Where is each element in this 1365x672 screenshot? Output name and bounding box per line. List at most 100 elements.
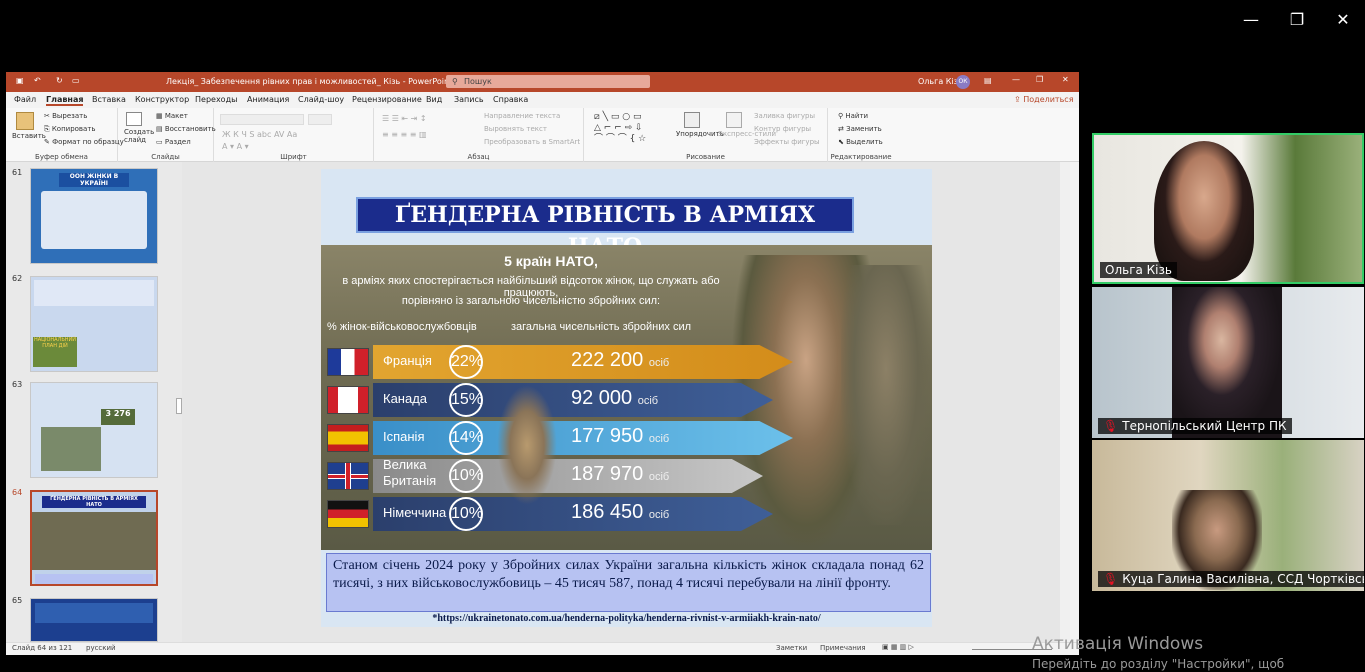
slide-body-text: Станом січень 2024 року у Збройних силах… xyxy=(326,553,931,612)
thumbnail-slide-64-selected[interactable]: ҐЕНДЕРНА РІВНІСТЬ В АРМІЯХ НАТО xyxy=(30,490,158,586)
arrange-button[interactable]: Упорядочить xyxy=(676,130,724,138)
section-button[interactable]: ▭ Раздел xyxy=(156,138,191,146)
slide-64[interactable]: ҐЕНДЕРНА РІВНІСТЬ В АРМІЯХ НАТО 5 країн … xyxy=(321,169,932,627)
thumb-number: 64 xyxy=(12,488,23,497)
font-size-select[interactable] xyxy=(308,114,332,125)
paste-icon[interactable] xyxy=(16,112,34,130)
align-icons[interactable]: ≡ ≡ ≡ ≡ ▥ xyxy=(382,130,427,139)
search-icon: ⚲ xyxy=(452,77,458,86)
tab-record[interactable]: Запись xyxy=(454,95,484,104)
restore-window-button[interactable]: ❐ xyxy=(1287,10,1307,29)
paragraph-group: ☰ ☰ ⇤ ⇥ ↕ ≡ ≡ ≡ ≡ ▥ Направление текста В… xyxy=(374,108,584,162)
shape-effects-button[interactable]: Эффекты фигуры xyxy=(754,138,820,146)
ppt-restore-button[interactable]: ❐ xyxy=(1036,75,1043,84)
soldiers-illustration xyxy=(497,385,557,505)
cut-button[interactable]: ✂ Вырезать xyxy=(44,112,87,120)
unit-label: осіб xyxy=(648,433,670,445)
search-box[interactable]: ⚲ Пошук xyxy=(446,75,650,88)
windows-activation-hint: Перейдіть до розділу "Настройки", щоб xyxy=(1032,657,1285,671)
editing-label: Редактирование xyxy=(830,153,892,161)
tab-view[interactable]: Вид xyxy=(426,95,442,104)
tab-review[interactable]: Рецензирование xyxy=(352,95,422,104)
tab-transitions[interactable]: Переходы xyxy=(195,95,237,104)
arrange-icon[interactable] xyxy=(684,112,700,128)
tab-insert[interactable]: Вставка xyxy=(92,95,126,104)
redo-icon[interactable]: ↻ xyxy=(56,76,63,85)
flag-uk-icon xyxy=(327,462,369,490)
ppt-minimize-button[interactable]: — xyxy=(1012,75,1020,84)
mic-muted-icon: 🎙 xyxy=(1103,572,1119,586)
tab-file[interactable]: Файл xyxy=(14,95,36,104)
ppt-close-button[interactable]: ✕ xyxy=(1062,75,1069,84)
shape-fill-button[interactable]: Заливка фигуры xyxy=(754,112,815,120)
source-link[interactable]: *https://ukrainetonato.com.ua/henderna-p… xyxy=(321,613,932,624)
participant-video xyxy=(1172,287,1282,438)
language-indicator[interactable]: русский xyxy=(86,644,116,652)
reset-button[interactable]: ▤ Восстановить xyxy=(156,125,216,133)
tab-slideshow[interactable]: Слайд-шоу xyxy=(298,95,344,104)
count-value: 92 000 xyxy=(571,387,633,409)
thumbnail-slide-61[interactable]: ООН ЖІНКИ В УКРАЇНІ xyxy=(30,168,158,264)
comments-button[interactable]: Примечания xyxy=(820,644,866,652)
flag-canada-icon xyxy=(327,386,369,414)
text-direction-button[interactable]: Направление текста xyxy=(484,112,560,120)
column-header-percent: % жінок-військовослужбовців xyxy=(327,321,477,333)
unit-label: осіб xyxy=(648,471,670,483)
undo-icon[interactable]: ↶ xyxy=(34,76,41,85)
select-button[interactable]: ⬉ Выделить xyxy=(838,138,883,146)
format-painter-button[interactable]: ✎ Формат по образцу xyxy=(44,138,124,146)
notes-button[interactable]: Заметки xyxy=(776,644,807,652)
clipboard-label: Буфер обмена xyxy=(35,153,88,161)
video-tile-ternopil-center[interactable]: 🎙 Тернопільський Центр ПК xyxy=(1092,287,1364,438)
quick-styles-icon[interactable] xyxy=(726,112,742,128)
thumbnail-slide-65[interactable] xyxy=(30,598,158,642)
tab-home[interactable]: Главная xyxy=(46,95,84,106)
font-color-icons[interactable]: A ▾ A ▾ xyxy=(222,142,249,151)
video-tile-olga-kiz[interactable]: Ольга Кізь xyxy=(1092,133,1364,284)
avatar[interactable]: ОК xyxy=(956,75,970,89)
share-button[interactable]: ⇪ Поделиться xyxy=(1014,95,1074,104)
thumb-title: 3 276 xyxy=(101,409,135,425)
column-header-total: загальна чисельність збройних сил xyxy=(511,321,692,333)
troop-count: 187 970 осіб xyxy=(571,463,669,486)
slides-group: Создать слайд ▦ Макет ▤ Восстановить ▭ Р… xyxy=(118,108,216,162)
shapes-gallery[interactable]: ⧄ ╲ ▭ ○ ▭ △ ⌐ ⌐ ⇨ ⇩ ⌒ ⌒ ⌒ { ☆ xyxy=(594,112,646,145)
cut-label: Вырезать xyxy=(52,112,88,120)
present-icon[interactable]: ▭ xyxy=(72,76,80,85)
list-icons[interactable]: ☰ ☰ ⇤ ⇥ ↕ xyxy=(382,114,427,123)
pane-splitter[interactable] xyxy=(176,398,182,414)
new-slide-button[interactable]: Создать слайд xyxy=(124,128,154,144)
paste-button[interactable]: Вставить xyxy=(12,132,46,140)
shape-outline-button[interactable]: Контур фигуры xyxy=(754,125,811,133)
country-name: Велика Британія xyxy=(383,457,437,488)
ribbon-display-icon[interactable]: ▤ xyxy=(984,76,992,85)
view-icons[interactable]: ▣ ▦ ▥ ▷ xyxy=(882,643,914,651)
tab-help[interactable]: Справка xyxy=(493,95,528,104)
layout-button[interactable]: ▦ Макет xyxy=(156,112,188,120)
new-slide-icon[interactable] xyxy=(126,112,142,126)
tab-design[interactable]: Конструктор xyxy=(135,95,189,104)
thumbnail-slide-62[interactable]: НАЦІОНАЛЬНИЙ ПЛАН ДІЙ xyxy=(30,276,158,372)
thumbnail-slide-63[interactable]: 3 276 xyxy=(30,382,158,478)
video-tile-kutsa-halyna[interactable]: 🎙 Куца Галина Василівна, ССД Чортківськ..… xyxy=(1092,440,1364,591)
percent-badge: 22% xyxy=(449,345,483,379)
align-text-button[interactable]: Выровнять текст xyxy=(484,125,547,133)
smartart-button[interactable]: Преобразовать в SmartArt xyxy=(484,138,580,146)
country-name: Німеччина xyxy=(383,505,447,520)
slide-thumbnail-pane: 61 ООН ЖІНКИ В УКРАЇНІ 62 НАЦІОНАЛЬНИЙ П… xyxy=(6,162,182,642)
tab-animation[interactable]: Анимация xyxy=(247,95,289,104)
vertical-scrollbar[interactable] xyxy=(1060,162,1070,642)
unit-label: осіб xyxy=(648,357,670,369)
font-name-select[interactable] xyxy=(220,114,304,125)
find-button[interactable]: ⚲ Найти xyxy=(838,112,868,120)
font-format-icons[interactable]: Ж К Ч S abc AV Aa xyxy=(222,130,297,139)
close-window-button[interactable]: ✕ xyxy=(1333,10,1353,29)
section-icon: ▭ xyxy=(156,138,165,146)
minimize-window-button[interactable]: — xyxy=(1241,10,1261,29)
replace-button[interactable]: ⇄ Заменить xyxy=(838,125,882,133)
replace-icon: ⇄ xyxy=(838,125,847,133)
save-icon[interactable]: ▣ xyxy=(16,76,24,85)
clipboard-group: Вставить ✂ Вырезать ⎘ Копировать ✎ Форма… xyxy=(6,108,124,162)
infographic: 5 країн НАТО, в арміях яких спостерігаєт… xyxy=(321,245,932,550)
copy-button[interactable]: ⎘ Копировать xyxy=(44,125,96,134)
